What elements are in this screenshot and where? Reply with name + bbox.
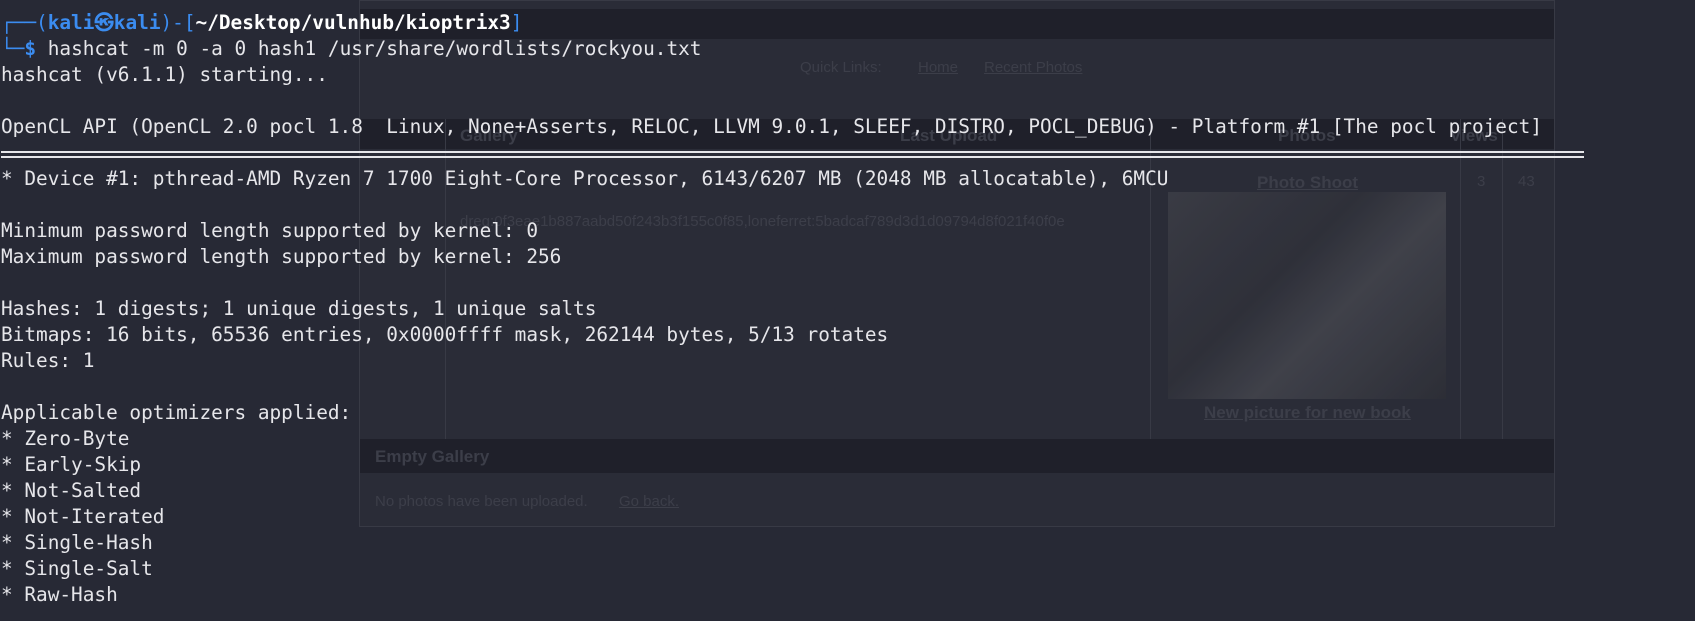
prompt-dollar: $ [24, 37, 37, 60]
output-line: * Zero-Byte [1, 427, 130, 450]
output-line: * Not-Salted [1, 479, 142, 502]
terminal-window[interactable]: ┌──(kali㉿kali)-[~/Desktop/vulnhub/kioptr… [0, 0, 1695, 621]
prompt-line-top: ┌──(kali㉿kali)-[~/Desktop/vulnhub/kioptr… [1, 11, 523, 34]
output-line: OpenCL API (OpenCL 2.0 pocl 1.8 Linux, N… [1, 115, 1542, 138]
prompt-path: ~/Desktop/vulnhub/kioptrix3 [195, 11, 511, 34]
output-line: Maximum password length supported by ker… [1, 245, 562, 268]
separator-rule [1, 151, 1584, 158]
command-line: └─$ hashcat -m 0 -a 0 hash1 /usr/share/w… [1, 37, 702, 60]
output-line: * Single-Hash [1, 531, 153, 554]
output-line: * Early-Skip [1, 453, 142, 476]
output-line: Minimum password length supported by ker… [1, 219, 539, 242]
output-line: * Device #1: pthread-AMD Ryzen 7 1700 Ei… [1, 167, 1169, 190]
output-line: * Raw-Hash [1, 583, 118, 606]
prompt-host: kali [113, 11, 161, 34]
output-line: Rules: 1 [1, 349, 95, 372]
output-line: Bitmaps: 16 bits, 65536 entries, 0x0000f… [1, 323, 889, 346]
prompt-user: kali [47, 11, 95, 34]
output-line: * Single-Salt [1, 557, 153, 580]
output-line: hashcat (v6.1.1) starting... [1, 63, 328, 86]
output-line: Hashes: 1 digests; 1 unique digests, 1 u… [1, 297, 597, 320]
output-line: * Not-Iterated [1, 505, 165, 528]
command-text: hashcat -m 0 -a 0 hash1 /usr/share/wordl… [36, 37, 702, 60]
output-line: Applicable optimizers applied: [1, 401, 352, 424]
